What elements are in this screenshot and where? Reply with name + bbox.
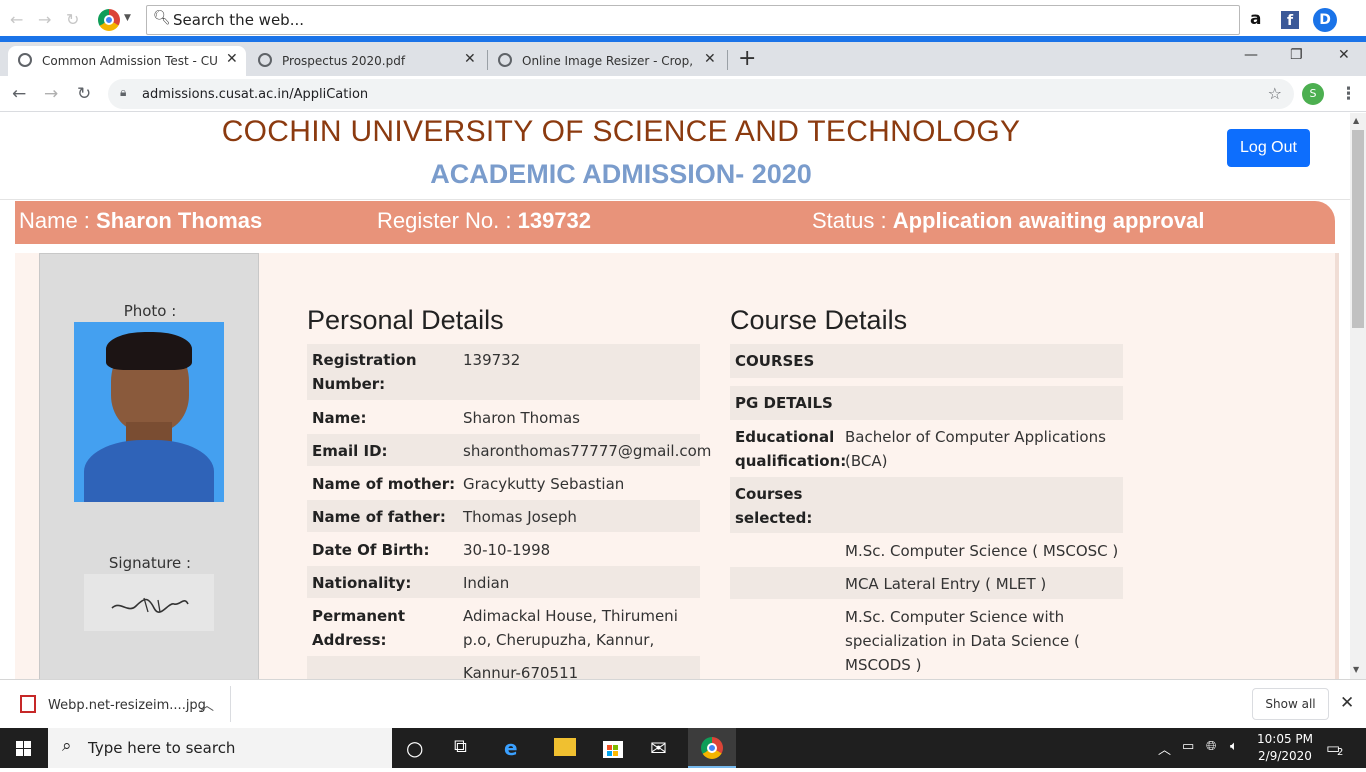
battery-icon[interactable]: ▭ <box>1182 739 1194 754</box>
taskbar: ⌕ Type here to search ○ ⧉ e ✉ ︿ ▭ 🌐︎ 🔈︎ … <box>0 728 1366 768</box>
globe-icon <box>18 53 32 67</box>
url-field[interactable]: 🔒︎ admissions.cusat.ac.in/AppliCation ☆ <box>108 79 1294 109</box>
page-scrollbar[interactable]: ▲ ▼ <box>1350 113 1366 679</box>
chevron-down-icon[interactable]: ▼ <box>124 13 131 23</box>
reload-icon[interactable]: ↻ <box>77 84 91 104</box>
globe-icon <box>498 53 512 67</box>
table-row: Educational qualification: Bachelor of C… <box>735 428 1106 470</box>
bookmark-star-icon[interactable]: ☆ <box>1268 84 1282 103</box>
close-window-icon[interactable]: ✕ <box>1338 47 1350 63</box>
address-bar: ← → ↻ 🔒︎ admissions.cusat.ac.in/AppliCat… <box>0 76 1366 112</box>
tab-divider <box>727 50 728 70</box>
lock-icon[interactable]: 🔒︎ <box>120 85 126 100</box>
applicant-photo <box>74 322 224 502</box>
amazon-icon[interactable]: a <box>1250 9 1261 29</box>
university-title: COCHIN UNIVERSITY OF SCIENCE AND TECHNOL… <box>221 115 1021 148</box>
download-item[interactable]: Webp.net-resizeim....jpg <box>48 698 206 713</box>
page-content: COCHIN UNIVERSITY OF SCIENCE AND TECHNOL… <box>0 113 1350 679</box>
divider <box>0 199 1350 200</box>
cortana-icon[interactable]: ○ <box>406 736 423 760</box>
download-bar: Webp.net-resizeim....jpg ︿ Show all ✕ <box>0 679 1366 728</box>
tab-prospectus[interactable]: Prospectus 2020.pdf ✕ <box>248 46 486 76</box>
photo-panel: Photo : Signature : <box>39 253 259 679</box>
table-row: M.Sc. Computer Science ( MSCOSC ) <box>845 542 1119 560</box>
table-row: Nationality: Indian <box>307 566 700 598</box>
personal-details-heading: Personal Details <box>307 305 504 335</box>
tab-strip: Common Admission Test - CUSAT ✕ Prospect… <box>0 42 1366 76</box>
close-icon[interactable]: ✕ <box>1340 693 1354 713</box>
chrome-taskbar-button[interactable] <box>688 728 736 768</box>
tab-divider <box>487 50 488 70</box>
back-arrow-icon[interactable]: ← <box>10 10 23 29</box>
forward-arrow-icon[interactable]: → <box>44 84 58 104</box>
table-row: Registration Number: 139732 <box>307 344 700 400</box>
table-row: Kannur-670511 <box>307 656 700 679</box>
show-all-button[interactable]: Show all <box>1252 688 1329 720</box>
table-row: Date Of Birth: 30-10-1998 <box>312 541 551 559</box>
windows-logo-icon <box>16 741 31 756</box>
facebook-icon[interactable]: f <box>1281 11 1299 29</box>
tab-image-resizer[interactable]: Online Image Resizer - Crop, Resize ✕ <box>488 46 726 76</box>
web-search-input[interactable]: 🔍︎ Search the web... <box>146 5 1240 35</box>
taskbar-search-input[interactable]: ⌕ Type here to search <box>48 728 392 768</box>
chevron-up-icon[interactable]: ︿ <box>1158 739 1171 758</box>
system-clock[interactable]: 10:05 PM 2/9/2020 <box>1252 731 1318 765</box>
notification-count: 2 <box>1337 747 1344 758</box>
image-file-icon <box>20 695 36 713</box>
logout-button[interactable]: Log Out <box>1227 129 1310 167</box>
chrome-icon <box>701 737 723 759</box>
scroll-up-icon[interactable]: ▲ <box>1353 116 1359 125</box>
back-arrow-icon[interactable]: ← <box>12 84 26 104</box>
table-row: Name of father: Thomas Joseph <box>307 500 700 532</box>
top-toolbar: ← → ↻ ▼ 🔍︎ Search the web... a f D <box>0 0 1366 37</box>
table-row: MCA Lateral Entry ( MLET ) <box>730 567 1123 599</box>
table-row: M.Sc. Computer Science with specializati… <box>845 608 1080 674</box>
scroll-down-icon[interactable]: ▼ <box>1353 665 1359 674</box>
search-icon: ⌕ <box>62 736 72 756</box>
volume-icon[interactable]: 🔈︎ <box>1230 739 1238 754</box>
scroll-thumb[interactable] <box>1352 130 1364 328</box>
start-button[interactable] <box>0 728 48 768</box>
chrome-logo-icon[interactable] <box>98 9 120 31</box>
restore-icon[interactable]: ❐ <box>1290 47 1303 63</box>
applicant-signature <box>84 574 214 631</box>
register-number: Register No. : 139732 <box>377 208 592 233</box>
close-tab-icon[interactable]: ✕ <box>226 51 238 67</box>
network-globe-icon[interactable]: 🌐︎ <box>1206 739 1216 754</box>
forward-arrow-icon[interactable]: → <box>38 10 51 29</box>
tab-cusat[interactable]: Common Admission Test - CUSAT ✕ <box>8 46 246 76</box>
table-row: Email ID: sharonthomas77777@gmail.com <box>307 434 711 466</box>
close-tab-icon[interactable]: ✕ <box>464 51 476 67</box>
table-row: PG DETAILS <box>730 386 1123 420</box>
file-explorer-icon[interactable] <box>554 738 576 756</box>
globe-icon <box>258 53 272 67</box>
course-details-heading: Course Details <box>730 305 908 335</box>
application-status: Status : Application awaiting approval <box>812 208 1205 233</box>
applicant-status-bar: Name : Sharon Thomas Register No. : 1397… <box>15 201 1335 244</box>
new-tab-button[interactable]: + <box>738 46 756 71</box>
table-row: Permanent Address: Adimackal House, Thir… <box>312 607 678 673</box>
mail-icon[interactable]: ✉ <box>650 736 667 760</box>
chevron-up-icon[interactable]: ︿ <box>200 695 214 715</box>
search-icon: 🔍︎ <box>153 10 171 26</box>
extension-d-icon[interactable]: D <box>1313 8 1337 32</box>
edge-icon[interactable]: e <box>504 736 518 760</box>
profile-avatar[interactable]: S <box>1302 83 1324 105</box>
table-row: Name of mother: Gracykutty Sebastian <box>312 475 625 493</box>
minimize-icon[interactable]: — <box>1244 47 1258 63</box>
refresh-icon[interactable]: ↻ <box>66 10 79 29</box>
table-row: Name: Sharon Thomas <box>312 409 580 427</box>
table-row: COURSES <box>730 344 1123 378</box>
applicant-name: Name : Sharon Thomas <box>19 208 263 233</box>
task-view-icon[interactable]: ⧉ <box>454 736 467 757</box>
admission-title: ACADEMIC ADMISSION- 2020 <box>430 159 812 189</box>
table-row: Courses selected: <box>730 477 1123 533</box>
store-icon[interactable] <box>602 736 624 758</box>
kebab-menu-icon[interactable]: ⋮ <box>1340 84 1357 104</box>
close-tab-icon[interactable]: ✕ <box>704 51 716 67</box>
